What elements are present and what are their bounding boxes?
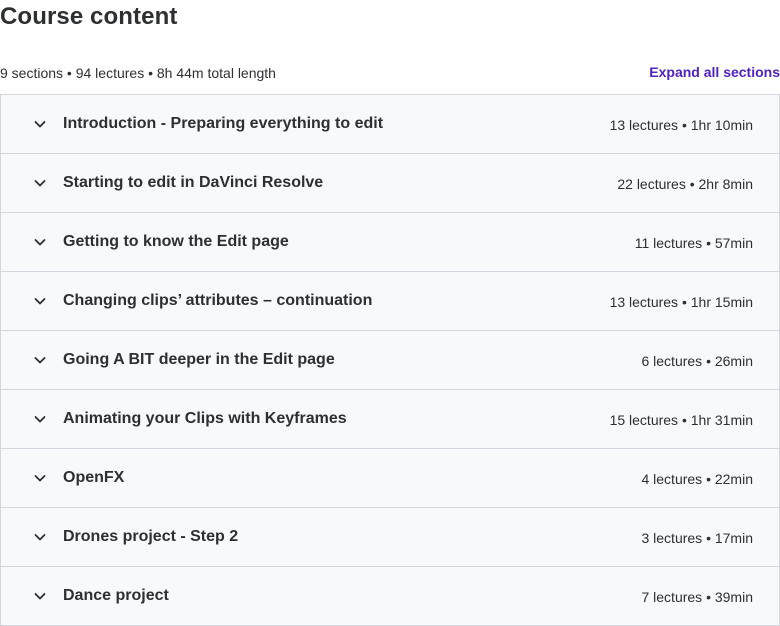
section-lecture-info: 13 lectures • 1hr 10min xyxy=(609,117,753,133)
chevron-down-icon xyxy=(32,293,48,309)
chevron-down-icon xyxy=(32,352,48,368)
section-lecture-info: 11 lectures • 57min xyxy=(634,235,753,251)
chevron-down-icon xyxy=(32,588,48,604)
section-title: OpenFX xyxy=(63,469,125,486)
section-lecture-info: 13 lectures • 1hr 15min xyxy=(609,294,753,310)
section-row[interactable]: OpenFX 4 lectures • 22min xyxy=(1,449,779,508)
section-row[interactable]: Starting to edit in DaVinci Resolve 22 l… xyxy=(1,154,779,213)
section-title: Starting to edit in DaVinci Resolve xyxy=(63,174,324,191)
chevron-down-icon xyxy=(32,175,48,191)
section-title: Changing clips’ attributes – continuatio… xyxy=(63,292,373,309)
section-row[interactable]: Getting to know the Edit page 11 lecture… xyxy=(1,213,779,272)
section-row[interactable]: Dance project 7 lectures • 39min xyxy=(1,567,779,626)
expand-all-sections-button[interactable]: Expand all sections xyxy=(649,63,780,81)
chevron-down-icon xyxy=(32,470,48,486)
section-title: Animating your Clips with Keyframes xyxy=(63,410,347,427)
section-title: Introduction - Preparing everything to e… xyxy=(63,115,384,132)
section-title: Getting to know the Edit page xyxy=(63,233,289,250)
chevron-down-icon xyxy=(32,529,48,545)
section-lecture-info: 15 lectures • 1hr 31min xyxy=(609,412,753,428)
section-row[interactable]: Going A BIT deeper in the Edit page 6 le… xyxy=(1,331,779,390)
section-title: Dance project xyxy=(63,587,169,604)
chevron-down-icon xyxy=(32,411,48,427)
chevron-down-icon xyxy=(32,116,48,132)
section-row[interactable]: Animating your Clips with Keyframes 15 l… xyxy=(1,390,779,449)
section-list: Introduction - Preparing everything to e… xyxy=(0,94,780,626)
section-title: Going A BIT deeper in the Edit page xyxy=(63,351,335,368)
section-lecture-info: 7 lectures • 39min xyxy=(641,589,753,605)
section-lecture-info: 6 lectures • 26min xyxy=(641,353,753,369)
section-title: Drones project - Step 2 xyxy=(63,528,239,545)
section-row[interactable]: Drones project - Step 2 3 lectures • 17m… xyxy=(1,508,779,567)
chevron-down-icon xyxy=(32,234,48,250)
section-lecture-info: 4 lectures • 22min xyxy=(641,471,753,487)
course-summary: 9 sections • 94 lectures • 8h 44m total … xyxy=(0,65,276,81)
page-title: Course content xyxy=(0,3,178,30)
course-meta-row: 9 sections • 94 lectures • 8h 44m total … xyxy=(0,63,780,83)
section-row[interactable]: Changing clips’ attributes – continuatio… xyxy=(1,272,779,331)
section-lecture-info: 3 lectures • 17min xyxy=(641,530,753,546)
section-row[interactable]: Introduction - Preparing everything to e… xyxy=(1,95,779,154)
section-lecture-info: 22 lectures • 2hr 8min xyxy=(617,176,753,192)
